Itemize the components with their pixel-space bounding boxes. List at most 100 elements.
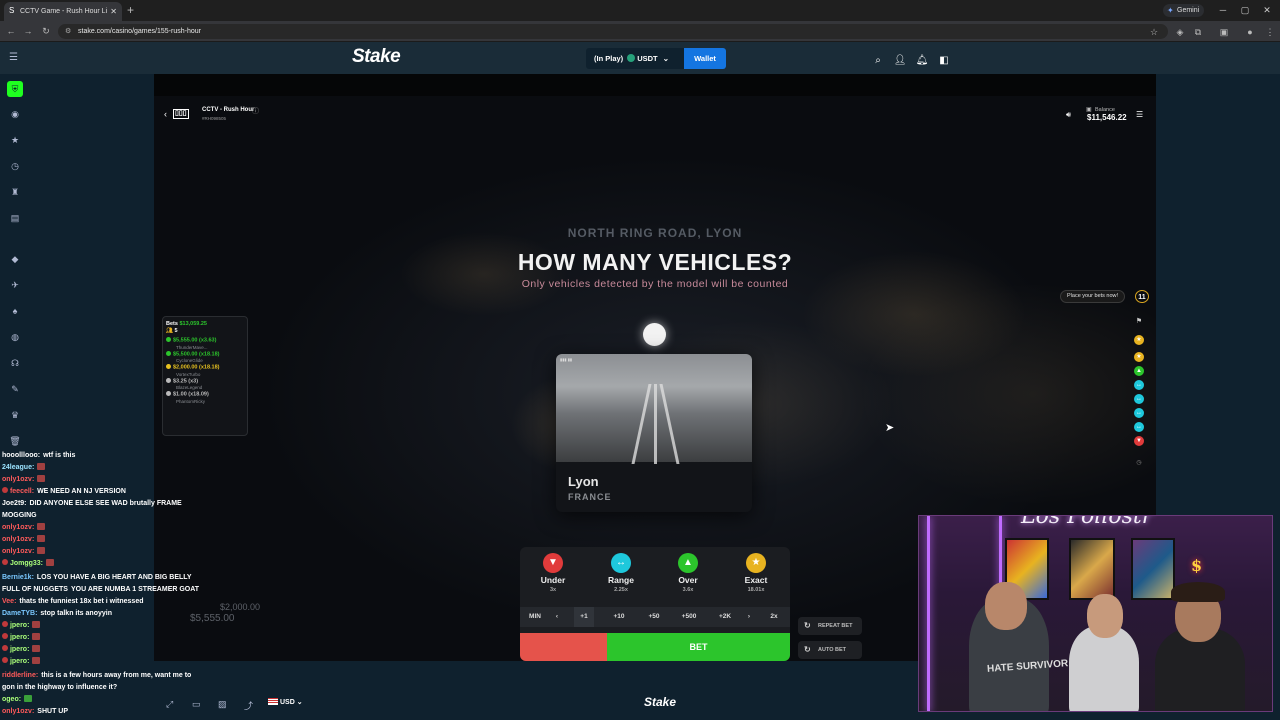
bookmark-star-icon[interactable]: ☆ xyxy=(1147,26,1161,38)
game-menu-icon[interactable]: ☰ xyxy=(1136,110,1143,119)
browser-menu-icon[interactable]: ⋮ xyxy=(1263,26,1277,38)
live-casino-icon[interactable]: ♠ xyxy=(7,303,23,319)
bets-icon[interactable]: ▤ xyxy=(7,210,23,226)
maximize-icon[interactable]: ▢ xyxy=(1235,3,1255,17)
slots-icon[interactable]: ✈ xyxy=(7,277,23,293)
ghost-bet-amount: $2,000.00 xyxy=(220,602,261,612)
chip-plus-2k[interactable]: +2K xyxy=(714,607,736,627)
option-multiplier: 2.25x xyxy=(614,587,628,593)
chat-message: jpero: xyxy=(2,645,41,655)
emote-icon xyxy=(24,695,33,702)
chat-message: 24league: xyxy=(2,463,46,473)
bet-panel: ▼ Under 3x ↔ Range 2.25x ▲ Over 3.6x ★ E… xyxy=(520,547,790,661)
new-tab-icon[interactable]: + xyxy=(127,2,134,18)
forward-icon[interactable]: → xyxy=(21,24,35,38)
option-exact[interactable]: ★ Exact 18.01x xyxy=(731,553,781,607)
browser-tab[interactable]: S CCTV Game - Rush Hour Li ✕ xyxy=(4,2,122,21)
recent-icon[interactable]: ◷ xyxy=(7,158,23,174)
bet-amount: $2,000.00 (x18.18) xyxy=(173,364,220,371)
search-icon[interactable]: ⌕ xyxy=(871,56,885,66)
chat-message: Bernie1k: LOS YOU HAVE A BIG HEART AND BI… xyxy=(2,573,192,583)
stake-footer-logo: Stake xyxy=(644,695,677,709)
players-icon: 👥︎ xyxy=(166,328,173,334)
support-icon[interactable]: ☊ xyxy=(7,355,23,371)
badge-icon xyxy=(2,633,8,639)
chat-user: ogeo: xyxy=(2,696,22,703)
repeat-bet-button[interactable]: ↻ REPEAT BET xyxy=(798,617,862,635)
chip-prev-icon[interactable]: ‹ xyxy=(550,607,564,627)
site-header: ☰ Stake (In Play) USDT ⌄ Wallet ⌕ 👤︎ 🔔︎ ◧ xyxy=(0,42,1280,74)
wallet-currency-select[interactable]: (In Play) USDT ⌄ xyxy=(586,48,684,69)
sidepanel-icon[interactable]: ▣ xyxy=(1217,26,1231,38)
window-close-icon[interactable]: ✕ xyxy=(1257,3,1277,17)
minimize-icon[interactable]: ─ xyxy=(1213,3,1233,17)
flag-icon[interactable]: ⚑ xyxy=(1134,317,1144,327)
gemini-button[interactable]: Gemini xyxy=(1163,4,1205,17)
display-currency: USD xyxy=(280,699,295,706)
site-info-icon[interactable]: ⚙ xyxy=(65,24,71,39)
notifications-icon[interactable]: 🔔︎ xyxy=(915,56,929,66)
chat-message: ogeo: xyxy=(2,695,33,705)
url-field[interactable]: ⚙ stake.com/casino/games/155-rush-hour xyxy=(58,24,1168,39)
exact-star-icon: ★ xyxy=(746,553,766,573)
option-under[interactable]: ▼ Under 3x xyxy=(528,553,578,607)
option-range[interactable]: ↔ Range 2.25x xyxy=(596,553,646,607)
promotions-icon[interactable]: 🗑︎ xyxy=(7,433,23,449)
popout-icon[interactable]: ⤴ xyxy=(244,699,253,712)
favourites-icon[interactable]: ★ xyxy=(7,132,23,148)
puzzle-extensions-icon[interactable]: ⧉ xyxy=(1191,26,1205,38)
chat-message: only1ozv: SHUT UP xyxy=(2,707,68,717)
chip-plus-10[interactable]: +10 xyxy=(608,607,630,627)
stake-logo[interactable]: Stake xyxy=(352,46,401,68)
chat-message: only1ozv: xyxy=(2,535,46,545)
countdown-timer: 11 xyxy=(1135,290,1149,303)
bet-amount: $1.00 (x18.09) xyxy=(173,391,209,398)
feed-timestamp: ▮▮▮ ▮▮ xyxy=(560,357,573,362)
chat-message: DameTYB: stop talkn its anoyyin xyxy=(2,609,112,619)
display-currency-select[interactable]: USD ⌄ xyxy=(268,698,303,706)
auto-bet-button[interactable]: ↻ AUTO BET xyxy=(798,641,862,659)
chip-next-icon[interactable]: › xyxy=(742,607,756,627)
game-back-icon[interactable]: ‹ xyxy=(164,109,167,119)
chat-user: 24league: xyxy=(2,464,35,471)
chip-double[interactable]: 2x xyxy=(764,607,784,627)
history-clock-icon[interactable]: ◷ xyxy=(1134,458,1144,468)
game-shows-icon[interactable]: ◍ xyxy=(7,329,23,345)
user-icon[interactable]: 👤︎ xyxy=(893,56,907,66)
exact-star-icon: ★ xyxy=(1134,335,1144,345)
reload-icon[interactable]: ↻ xyxy=(39,24,53,38)
profile-avatar-icon[interactable]: ● xyxy=(1243,26,1257,38)
bet-entry: $5,555.00 (x3.63) xyxy=(166,337,244,345)
option-over[interactable]: ▲ Over 3.6x xyxy=(663,553,713,607)
originals-icon[interactable]: ◆ xyxy=(7,251,23,267)
shield-icon[interactable]: ⛨ xyxy=(7,81,23,97)
chip-plus-1[interactable]: +1 xyxy=(574,607,594,627)
chip-plus-50[interactable]: +50 xyxy=(643,607,665,627)
bet-button[interactable]: BET xyxy=(607,633,790,661)
vip-icon[interactable]: ♛ xyxy=(7,407,23,423)
hamburger-menu-icon[interactable]: ☰ xyxy=(9,52,18,63)
chat-toggle-icon[interactable]: ◧ xyxy=(937,56,951,66)
browser-tab-bar: S CCTV Game - Rush Hour Li ✕ + Gemini ─ … xyxy=(0,0,1280,21)
wall-poster xyxy=(1131,538,1175,600)
emote-icon xyxy=(37,535,46,542)
challenges-icon[interactable]: ♜ xyxy=(7,184,23,200)
chip-min[interactable]: MIN xyxy=(524,607,546,627)
wallet-button[interactable]: Wallet xyxy=(684,48,726,69)
sponsorships-icon[interactable]: ✎ xyxy=(7,381,23,397)
extension-icon[interactable]: ◈ xyxy=(1173,26,1187,38)
back-icon[interactable]: ← xyxy=(4,24,18,38)
tab-close-icon[interactable]: ✕ xyxy=(110,2,117,21)
chat-user: jpero: xyxy=(9,658,30,665)
cctv-logo-icon: ▯▯▯ xyxy=(173,109,189,119)
casino-icon[interactable]: ◉ xyxy=(7,106,23,122)
sound-icon[interactable]: 🔊︎ xyxy=(1066,110,1071,120)
chat-text: MOGGING xyxy=(2,512,37,519)
chat-message: FULL OF NUGGETS YOU ARE NUMBA 1 STREAMER … xyxy=(2,585,199,595)
chat-message: feecell: WE NEED AN NJ VERSION xyxy=(2,487,126,497)
neon-light-strip xyxy=(927,516,930,711)
chat-user: jpero: xyxy=(9,646,30,653)
chip-plus-500[interactable]: +500 xyxy=(677,607,701,627)
chat-text: DID ANYONE ELSE SEE WAD brutally FRAME xyxy=(29,500,182,507)
info-icon[interactable]: ⓘ xyxy=(252,106,259,116)
